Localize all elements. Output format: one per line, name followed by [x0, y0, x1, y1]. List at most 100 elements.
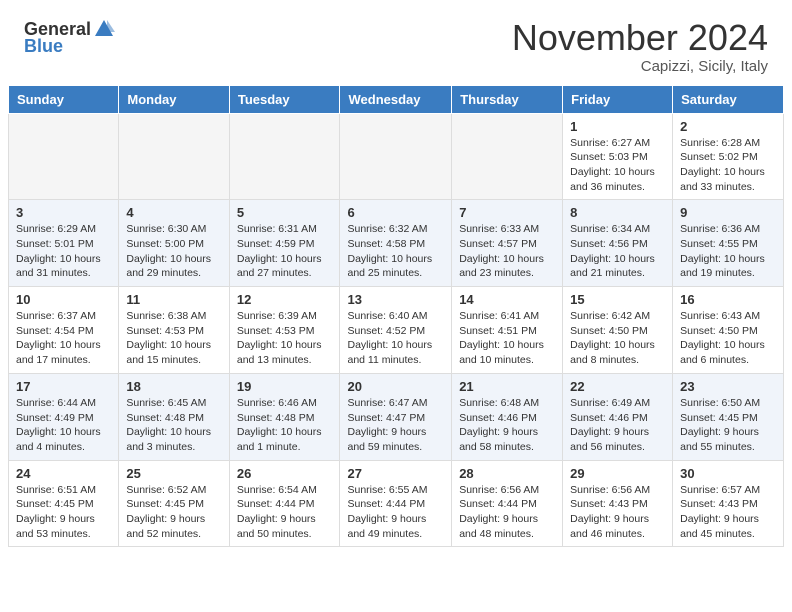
- calendar-cell: 29 Sunrise: 6:56 AMSunset: 4:43 PMDayligh…: [563, 460, 673, 547]
- subtitle: Capizzi, Sicily, Italy: [512, 58, 768, 75]
- calendar-cell: [229, 113, 340, 200]
- day-info: Sunrise: 6:44 AMSunset: 4:49 PMDaylight:…: [16, 396, 111, 455]
- calendar-week-4: 17 Sunrise: 6:44 AMSunset: 4:49 PMDayligh…: [9, 373, 784, 460]
- day-info: Sunrise: 6:56 AMSunset: 4:43 PMDaylight:…: [570, 483, 665, 542]
- calendar-cell: 9Sunrise: 6:36 AMSunset: 4:55 PMDaylight…: [673, 200, 784, 287]
- calendar-cell: 26Sunrise: 6:54 AMSunset: 4:44 PMDayligh…: [229, 460, 340, 547]
- calendar-cell: 15Sunrise: 6:42 AMSunset: 4:50 PMDayligh…: [563, 287, 673, 374]
- calendar-week-5: 24 Sunrise: 6:51 AMSunset: 4:45 PMDayligh…: [9, 460, 784, 547]
- day-info: Sunrise: 6:39 AMSunset: 4:53 PMDaylight:…: [237, 309, 333, 368]
- day-number: 22: [570, 379, 665, 394]
- calendar-week-1: 1Sunrise: 6:27 AMSunset: 5:03 PMDaylight…: [9, 113, 784, 200]
- day-info: Sunrise: 6:28 AMSunset: 5:02 PMDaylight:…: [680, 136, 776, 195]
- calendar-table: SundayMondayTuesdayWednesdayThursdayFrid…: [8, 85, 784, 548]
- calendar-cell: 28Sunrise: 6:56 AMSunset: 4:44 PMDayligh…: [452, 460, 563, 547]
- day-info: Sunrise: 6:31 AMSunset: 4:59 PMDaylight:…: [237, 222, 333, 281]
- calendar-cell: 25Sunrise: 6:52 AMSunset: 4:45 PMDayligh…: [119, 460, 229, 547]
- calendar-cell: 6 Sunrise: 6:32 AMSunset: 4:58 PMDaylight…: [340, 200, 452, 287]
- calendar-cell: [9, 113, 119, 200]
- calendar-cell: 24 Sunrise: 6:51 AMSunset: 4:45 PMDayligh…: [9, 460, 119, 547]
- day-info: Sunrise: 6:52 AMSunset: 4:45 PMDaylight:…: [126, 483, 221, 542]
- calendar-cell: [452, 113, 563, 200]
- day-number: 23: [680, 379, 776, 394]
- logo-icon: [93, 18, 115, 40]
- day-info: Sunrise: 6:33 AMSunset: 4:57 PMDaylight:…: [459, 222, 555, 281]
- calendar-cell: 17 Sunrise: 6:44 AMSunset: 4:49 PMDayligh…: [9, 373, 119, 460]
- calendar-cell: 7 Sunrise: 6:33 AMSunset: 4:57 PMDaylight…: [452, 200, 563, 287]
- day-info: Sunrise: 6:36 AMSunset: 4:55 PMDaylight:…: [680, 222, 776, 281]
- day-info: Sunrise: 6:30 AMSunset: 5:00 PMDaylight:…: [126, 222, 221, 281]
- calendar-cell: 14 Sunrise: 6:41 AMSunset: 4:51 PMDayligh…: [452, 287, 563, 374]
- day-number: 27: [347, 466, 444, 481]
- calendar-cell: 21 Sunrise: 6:48 AMSunset: 4:46 PMDayligh…: [452, 373, 563, 460]
- day-info: Sunrise: 6:55 AMSunset: 4:44 PMDaylight:…: [347, 483, 444, 542]
- logo: General Blue: [24, 18, 117, 57]
- day-number: 12: [237, 292, 333, 307]
- calendar-cell: 3 Sunrise: 6:29 AMSunset: 5:01 PMDaylight…: [9, 200, 119, 287]
- day-info: Sunrise: 6:54 AMSunset: 4:44 PMDaylight:…: [237, 483, 333, 542]
- day-number: 11: [126, 292, 221, 307]
- day-info: Sunrise: 6:37 AMSunset: 4:54 PMDaylight:…: [16, 309, 111, 368]
- page-header: General Blue November 2024 Capizzi, Sici…: [0, 0, 792, 85]
- day-info: Sunrise: 6:49 AMSunset: 4:46 PMDaylight:…: [570, 396, 665, 455]
- calendar-cell: 16 Sunrise: 6:43 AMSunset: 4:50 PMDayligh…: [673, 287, 784, 374]
- calendar-cell: 5 Sunrise: 6:31 AMSunset: 4:59 PMDaylight…: [229, 200, 340, 287]
- day-info: Sunrise: 6:40 AMSunset: 4:52 PMDaylight:…: [347, 309, 444, 368]
- calendar-cell: 8 Sunrise: 6:34 AMSunset: 4:56 PMDaylight…: [563, 200, 673, 287]
- month-title: November 2024: [512, 18, 768, 58]
- col-header-monday: Monday: [119, 85, 229, 113]
- day-number: 15: [570, 292, 665, 307]
- col-header-sunday: Sunday: [9, 85, 119, 113]
- day-info: Sunrise: 6:48 AMSunset: 4:46 PMDaylight:…: [459, 396, 555, 455]
- day-info: Sunrise: 6:32 AMSunset: 4:58 PMDaylight:…: [347, 222, 444, 281]
- day-info: Sunrise: 6:50 AMSunset: 4:45 PMDaylight:…: [680, 396, 776, 455]
- title-block: November 2024 Capizzi, Sicily, Italy: [512, 18, 768, 75]
- day-number: 24: [16, 466, 111, 481]
- day-number: 7: [459, 205, 555, 220]
- day-info: Sunrise: 6:56 AMSunset: 4:44 PMDaylight:…: [459, 483, 555, 542]
- calendar-cell: 30 Sunrise: 6:57 AMSunset: 4:43 PMDayligh…: [673, 460, 784, 547]
- day-number: 14: [459, 292, 555, 307]
- calendar-cell: 4 Sunrise: 6:30 AMSunset: 5:00 PMDaylight…: [119, 200, 229, 287]
- day-info: Sunrise: 6:41 AMSunset: 4:51 PMDaylight:…: [459, 309, 555, 368]
- day-number: 29: [570, 466, 665, 481]
- day-number: 1: [570, 119, 665, 134]
- calendar-cell: 2 Sunrise: 6:28 AMSunset: 5:02 PMDaylight…: [673, 113, 784, 200]
- day-info: Sunrise: 6:46 AMSunset: 4:48 PMDaylight:…: [237, 396, 333, 455]
- col-header-thursday: Thursday: [452, 85, 563, 113]
- calendar-cell: 1Sunrise: 6:27 AMSunset: 5:03 PMDaylight…: [563, 113, 673, 200]
- day-info: Sunrise: 6:51 AMSunset: 4:45 PMDaylight:…: [16, 483, 111, 542]
- day-number: 3: [16, 205, 111, 220]
- day-info: Sunrise: 6:45 AMSunset: 4:48 PMDaylight:…: [126, 396, 221, 455]
- col-header-tuesday: Tuesday: [229, 85, 340, 113]
- calendar-cell: 18Sunrise: 6:45 AMSunset: 4:48 PMDayligh…: [119, 373, 229, 460]
- calendar-wrap: SundayMondayTuesdayWednesdayThursdayFrid…: [0, 85, 792, 558]
- calendar-week-2: 3 Sunrise: 6:29 AMSunset: 5:01 PMDaylight…: [9, 200, 784, 287]
- col-header-friday: Friday: [563, 85, 673, 113]
- day-number: 16: [680, 292, 776, 307]
- day-number: 30: [680, 466, 776, 481]
- calendar-cell: 27 Sunrise: 6:55 AMSunset: 4:44 PMDayligh…: [340, 460, 452, 547]
- day-info: Sunrise: 6:34 AMSunset: 4:56 PMDaylight:…: [570, 222, 665, 281]
- day-number: 17: [16, 379, 111, 394]
- col-header-wednesday: Wednesday: [340, 85, 452, 113]
- day-info: Sunrise: 6:57 AMSunset: 4:43 PMDaylight:…: [680, 483, 776, 542]
- day-number: 21: [459, 379, 555, 394]
- calendar-cell: 20Sunrise: 6:47 AMSunset: 4:47 PMDayligh…: [340, 373, 452, 460]
- day-number: 2: [680, 119, 776, 134]
- day-number: 8: [570, 205, 665, 220]
- day-number: 6: [347, 205, 444, 220]
- day-info: Sunrise: 6:43 AMSunset: 4:50 PMDaylight:…: [680, 309, 776, 368]
- calendar-cell: 12 Sunrise: 6:39 AMSunset: 4:53 PMDayligh…: [229, 287, 340, 374]
- day-info: Sunrise: 6:29 AMSunset: 5:01 PMDaylight:…: [16, 222, 111, 281]
- calendar-header-row: SundayMondayTuesdayWednesdayThursdayFrid…: [9, 85, 784, 113]
- calendar-cell: 13 Sunrise: 6:40 AMSunset: 4:52 PMDayligh…: [340, 287, 452, 374]
- calendar-cell: 22 Sunrise: 6:49 AMSunset: 4:46 PMDayligh…: [563, 373, 673, 460]
- day-number: 4: [126, 205, 221, 220]
- calendar-cell: 11Sunrise: 6:38 AMSunset: 4:53 PMDayligh…: [119, 287, 229, 374]
- day-info: Sunrise: 6:47 AMSunset: 4:47 PMDaylight:…: [347, 396, 444, 455]
- calendar-cell: [119, 113, 229, 200]
- day-number: 5: [237, 205, 333, 220]
- day-number: 13: [347, 292, 444, 307]
- calendar-week-3: 10Sunrise: 6:37 AMSunset: 4:54 PMDayligh…: [9, 287, 784, 374]
